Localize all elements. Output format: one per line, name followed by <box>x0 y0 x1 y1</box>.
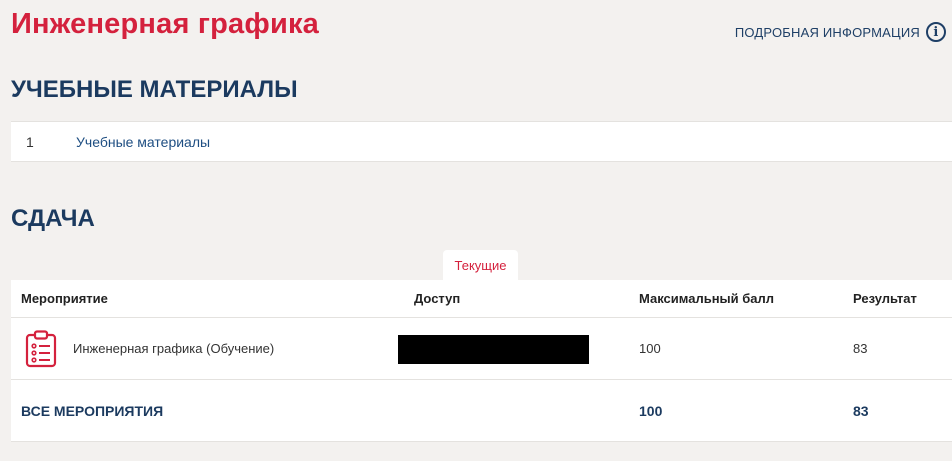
column-header-event[interactable]: Мероприятие <box>21 291 108 306</box>
material-number: 1 <box>26 133 34 150</box>
materials-list-item: 1 Учебные материалы <box>11 121 952 162</box>
more-info-link[interactable]: ПОДРОБНАЯ ИНФОРМАЦИЯ i <box>735 22 946 42</box>
table-row[interactable]: Инженерная графика (Обучение) 100 83 <box>11 318 952 380</box>
total-max-score: 100 <box>639 403 663 419</box>
max-score-value: 100 <box>639 341 661 356</box>
total-result: 83 <box>853 403 869 419</box>
material-link[interactable]: Учебные материалы <box>76 134 210 150</box>
column-header-result[interactable]: Результат <box>853 291 917 306</box>
page: Инженерная графика ПОДРОБНАЯ ИНФОРМАЦИЯ … <box>0 0 952 461</box>
column-header-max-score[interactable]: Максимальный балл <box>639 291 774 306</box>
column-header-access[interactable]: Доступ <box>414 291 460 306</box>
tab-current[interactable]: Текущие <box>443 250 518 281</box>
more-info-label: ПОДРОБНАЯ ИНФОРМАЦИЯ <box>734 24 920 40</box>
total-label: ВСЕ МЕРОПРИЯТИЯ <box>21 403 164 419</box>
event-name[interactable]: Инженерная графика (Обучение) <box>73 341 274 356</box>
materials-heading: УЧЕБНЫЕ МАТЕРИАЛЫ <box>11 76 298 103</box>
submission-heading: СДАЧА <box>11 205 95 232</box>
clipboard-list-icon <box>25 330 57 368</box>
table-total-row: ВСЕ МЕРОПРИЯТИЯ 100 83 <box>11 380 952 442</box>
result-value: 83 <box>853 341 868 356</box>
info-icon[interactable]: i <box>926 22 946 42</box>
access-redacted <box>398 335 589 364</box>
events-table: Мероприятие Доступ Максимальный балл Рез… <box>11 280 952 442</box>
page-title: Инженерная графика <box>11 8 320 40</box>
table-header-row: Мероприятие Доступ Максимальный балл Рез… <box>11 280 952 318</box>
